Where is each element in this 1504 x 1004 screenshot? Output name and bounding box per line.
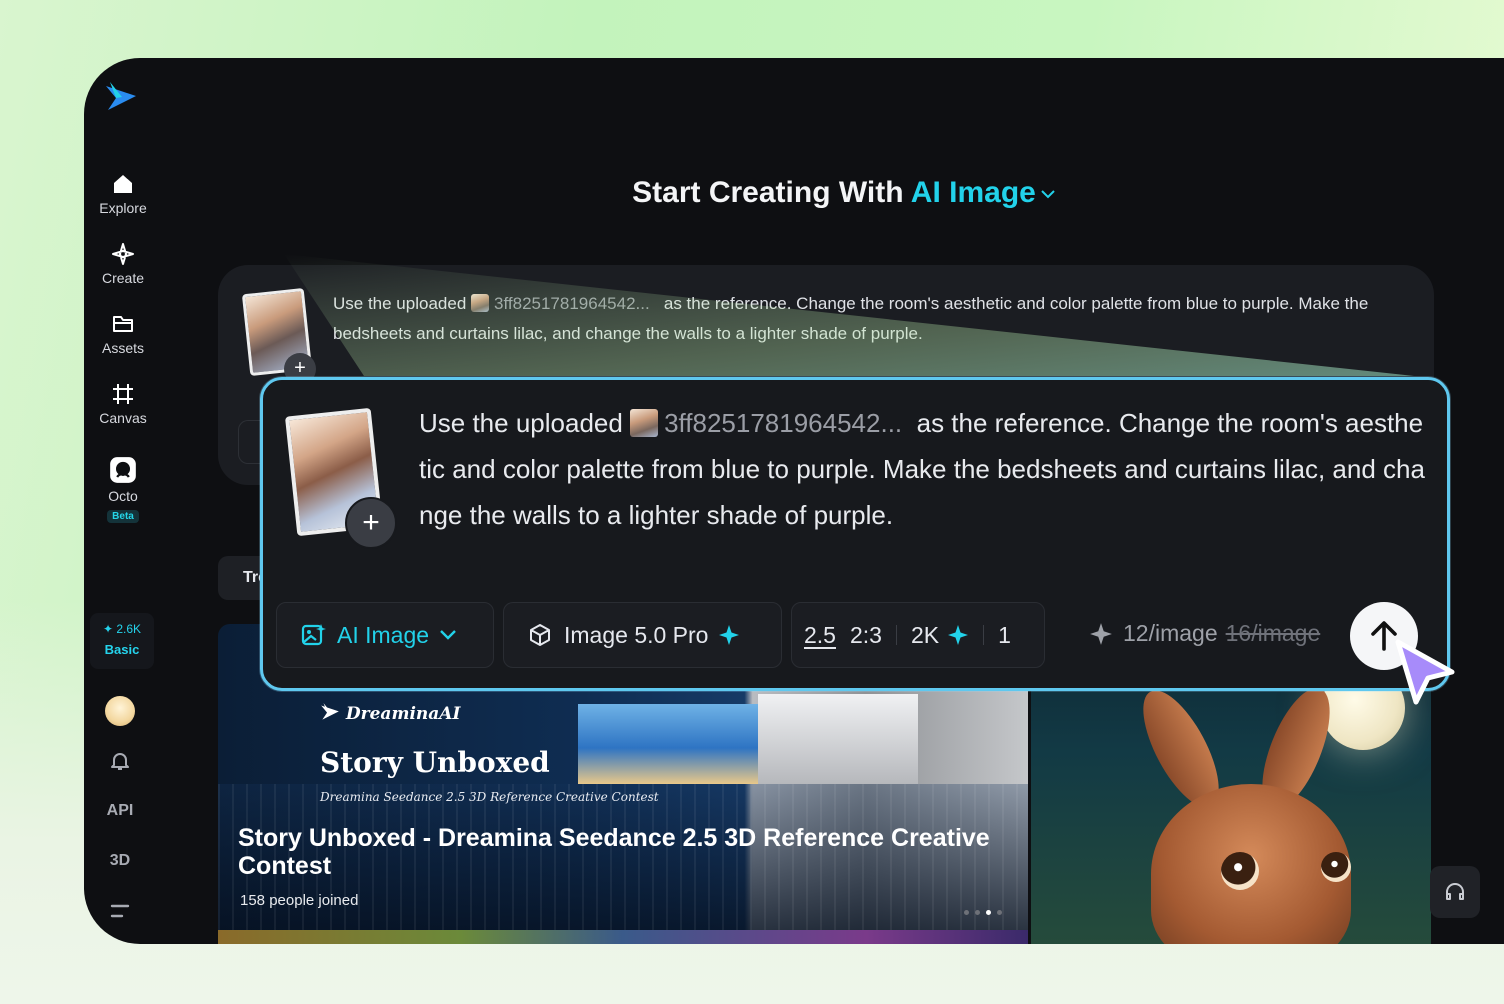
plan-label: Basic [104,642,140,657]
sidebar-item-octo[interactable]: Octo Beta [84,456,162,524]
sidebar-item-label: Assets [101,340,144,356]
sparkle-icon [948,625,969,645]
bell-icon[interactable] [108,749,132,773]
banner-art [758,694,918,784]
price-value: 12/image [1123,620,1218,646]
carousel-dot[interactable] [975,910,980,915]
support-button[interactable] [1430,866,1480,918]
joined-number: 158 [240,892,266,909]
rabbit-art [1221,852,1259,890]
mode-selector[interactable]: AI Image [276,602,494,668]
prompt-text[interactable]: Use the uploaded 3ff8251781964542... as … [419,400,1429,538]
reference-chip-label: 3ff8251781964542... [664,408,903,438]
credit-sparkle-icon [1090,622,1112,645]
title-prefix: Start Creating With [632,176,904,209]
cube-icon [530,624,550,646]
sidebar-item-label: Octo [108,488,138,504]
banner-subtitle: Dreamina Seedance 2.5 3D Reference Creat… [320,790,659,804]
image-count-value: 1 [998,621,1011,648]
prompt-text[interactable]: Use the uploaded 3ff8251781964542... as … [333,289,1413,349]
dreamina-logo-icon [321,703,339,720]
carousel-dot[interactable] [964,910,969,915]
octo-icon [110,457,136,483]
divider [983,625,985,645]
version-value: 2.5 [804,621,836,648]
carousel-dot[interactable] [997,910,1002,915]
prompt-text-lead: Use the uploaded [333,294,467,313]
sidebar-item-label: Canvas [99,410,147,426]
sparkle-outline-icon [112,243,134,265]
rabbit-art [1321,852,1351,882]
headset-icon [1446,883,1464,900]
mode-dropdown-label: AI Image [910,176,1036,209]
model-selector-label: Image 5.0 Pro [564,621,709,648]
frame-icon [113,384,133,404]
divider [895,625,897,645]
banner-title: Story Unboxed [320,746,550,779]
aspect-ratio-value: 2:3 [849,621,882,648]
sidebar-item-label: Create [101,270,145,286]
chip-thumbnail [630,409,659,437]
carousel-dots[interactable] [964,902,1008,920]
chevron-down-icon [440,630,456,640]
chevron-down-icon [1041,190,1055,199]
reference-chip[interactable]: 3ff8251781964542... [630,408,902,438]
sidebar-item-create[interactable]: Create [84,242,162,288]
banner-brand: DreaminaAI [320,702,460,724]
api-link[interactable]: API [84,802,156,820]
mode-dropdown[interactable]: AI Image [911,176,1056,209]
credits-amount: ✦ 2.6K [102,622,142,636]
reference-chip-label: 3ff8251781964542... [494,294,650,313]
model-selector[interactable]: Image 5.0 Pro [503,602,782,668]
ai-image-icon [301,624,326,646]
resolution-value: 2K [910,621,940,648]
reference-chip[interactable]: 3ff8251781964542... [471,294,650,313]
folder-icon [113,316,133,332]
joined-label: people joined [269,892,359,909]
price-display: 12/image 16/image [1089,620,1320,647]
page-title: Start Creating With AI Image [84,176,1504,210]
mode-selector-label: AI Image [337,621,430,648]
sparkle-icon [719,625,740,645]
gallery-row-preview [218,930,1028,944]
credits-badge[interactable]: ✦ 2.6K Basic [90,613,154,669]
carousel-dot-active[interactable] [986,910,991,915]
chip-thumbnail [471,294,490,312]
mouse-cursor-icon [1395,639,1455,705]
generation-settings[interactable]: 2.5 2:3 2K 1 [791,602,1045,668]
3d-link[interactable]: 3D [84,852,156,870]
beta-badge: Beta [107,510,139,523]
dreamina-logo-icon[interactable] [104,80,138,114]
sidebar-item-assets[interactable]: Assets [84,312,162,358]
prompt-card-zoomed[interactable]: + Use the uploaded 3ff8251781964542... a… [260,377,1450,691]
avatar[interactable] [105,696,135,726]
banner-headline: Story Unboxed - Dreamina Seedance 2.5 3D… [238,824,990,880]
old-price-value: 16/image [1225,620,1321,646]
banner-brand-text: DreaminaAI [345,704,461,724]
sidebar-item-canvas[interactable]: Canvas [84,382,162,428]
menu-icon[interactable] [110,902,130,920]
banner-art [578,704,758,784]
joined-count: 158 people joined [240,892,358,909]
credits-value: 2.6K [116,622,142,636]
prompt-text-lead: Use the uploaded [419,408,623,438]
add-reference-button[interactable]: + [345,497,397,549]
